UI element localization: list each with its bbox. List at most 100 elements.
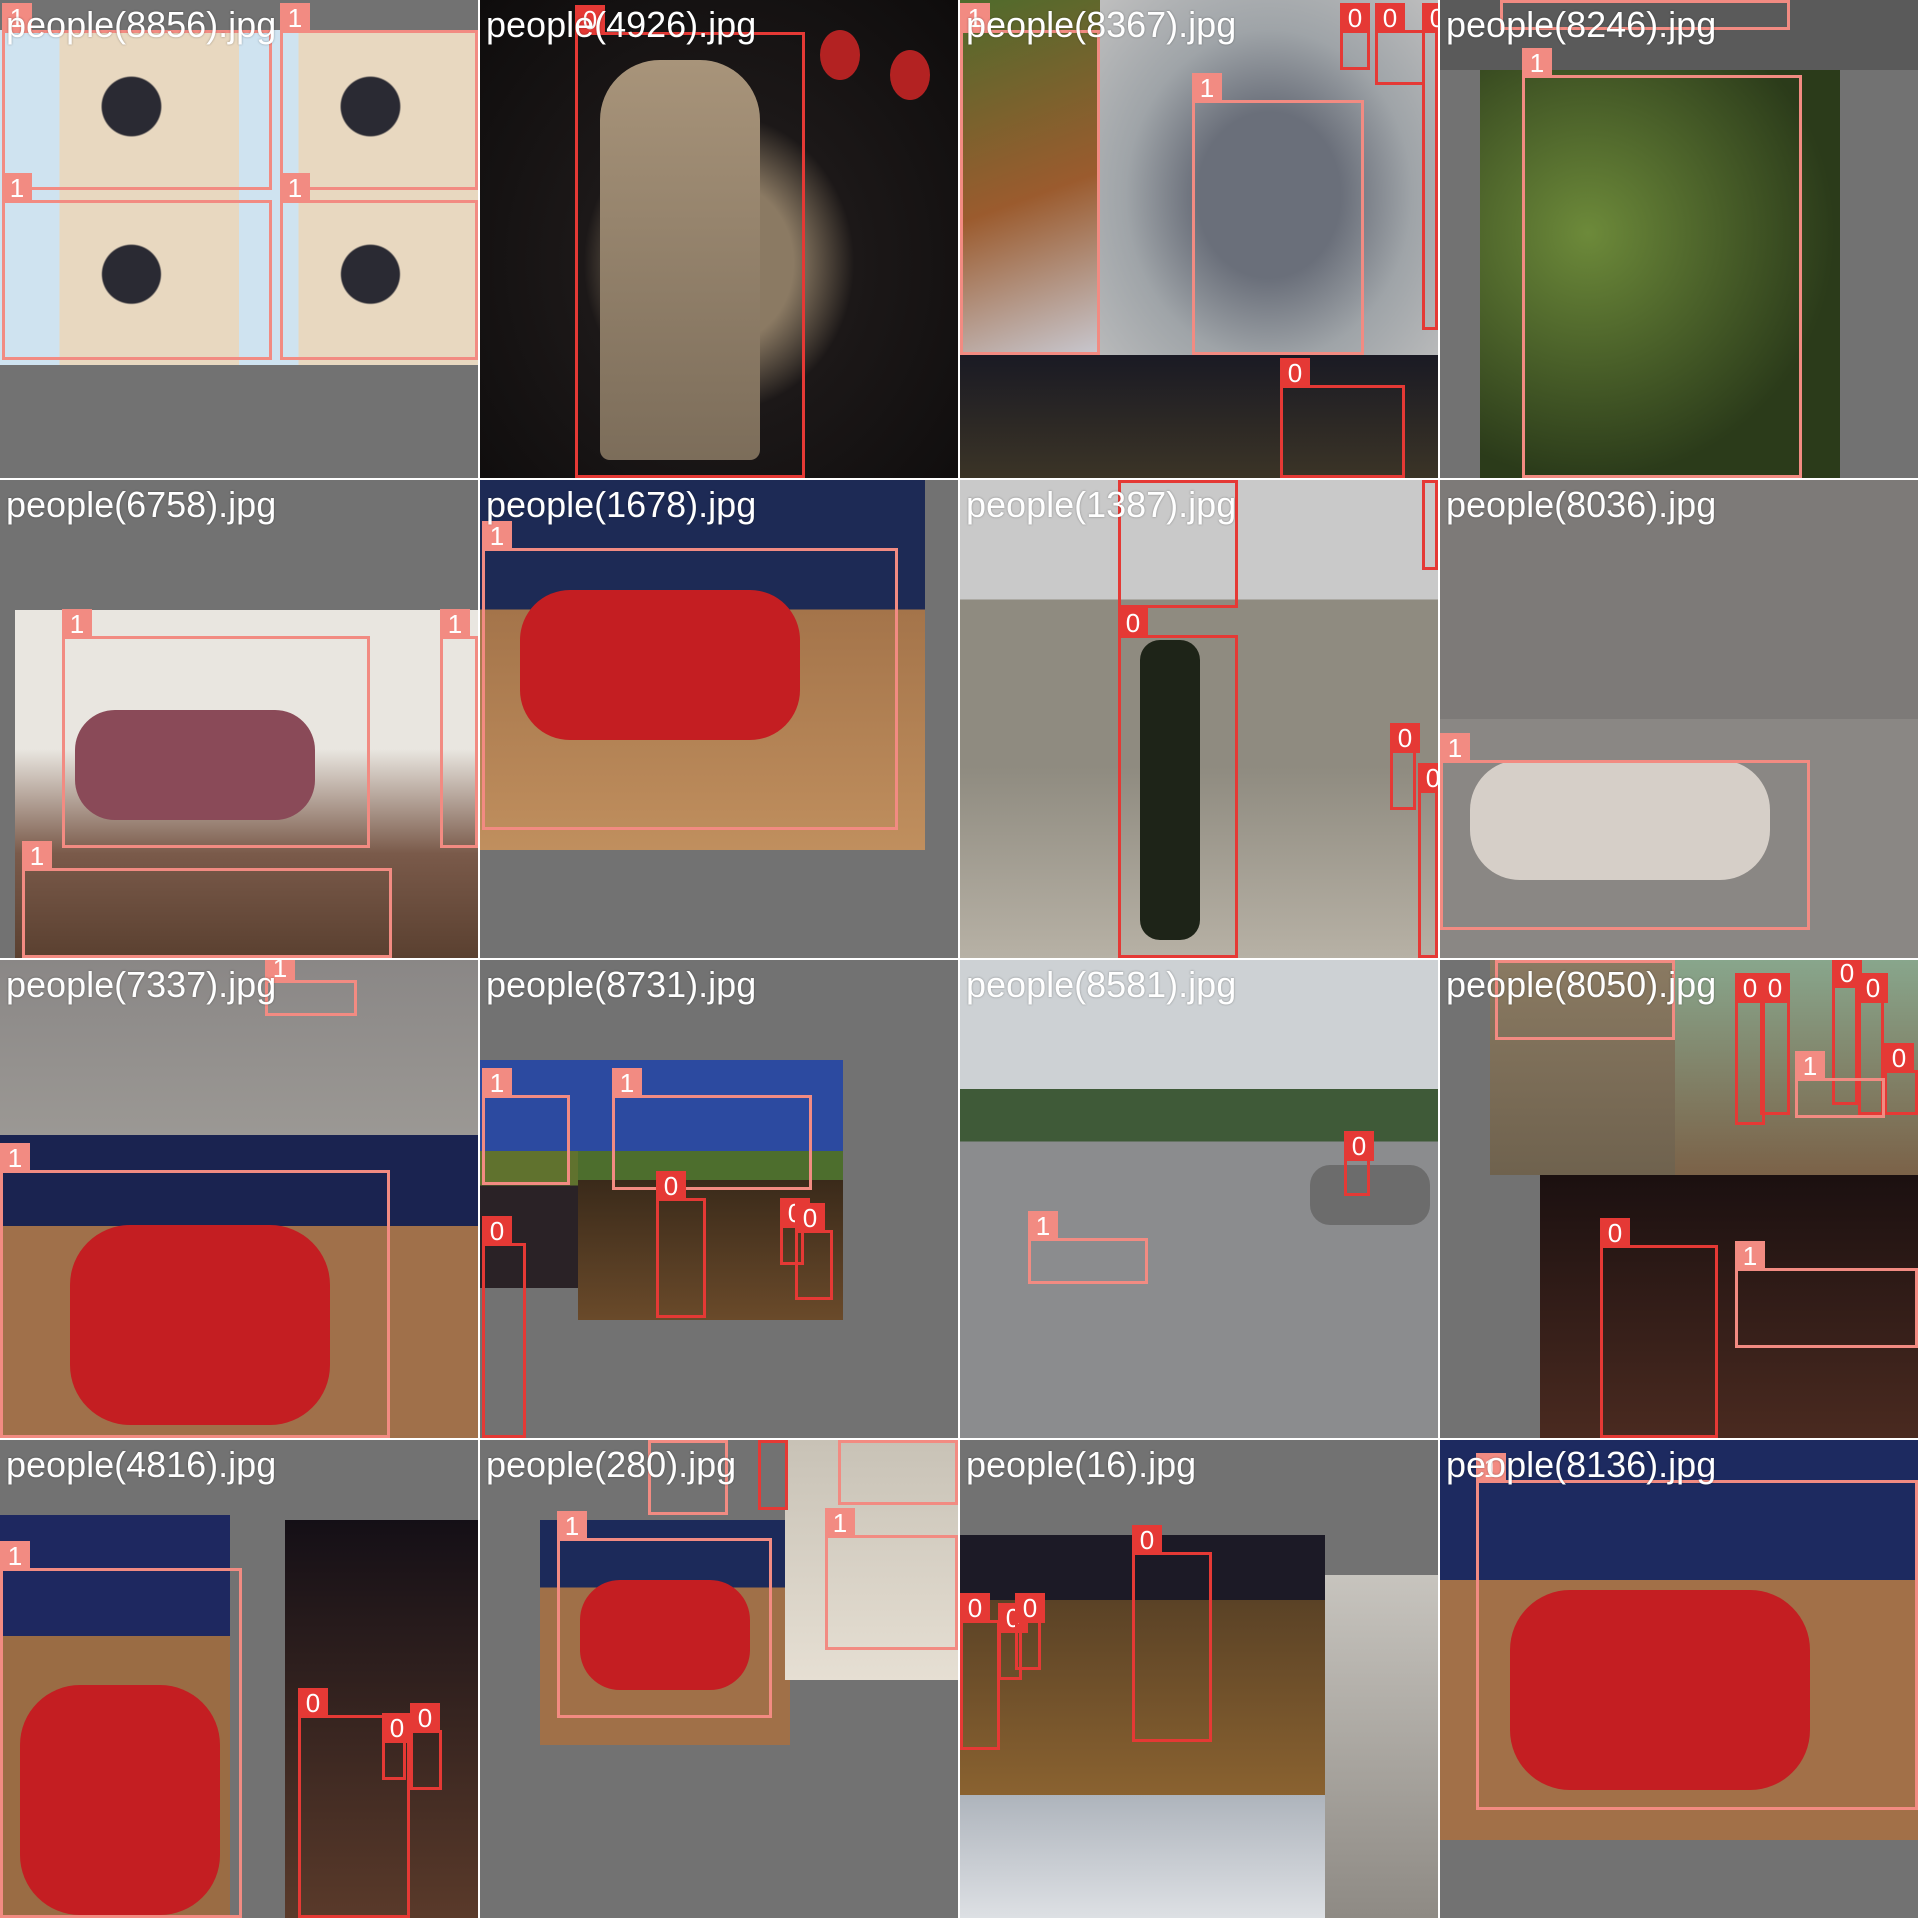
class-tag: 0 (1600, 1218, 1630, 1248)
class-tag: 0 (1015, 1593, 1045, 1623)
bounding-box: 0 (1132, 1525, 1212, 1742)
bounding-box: 1 (825, 1508, 958, 1650)
tile-filename: people(8246).jpg (1446, 4, 1717, 45)
class-tag: 0 (1884, 1043, 1914, 1073)
class-tag: 1 (62, 609, 92, 639)
class-tag: 1 (648, 1440, 678, 1443)
bounding-box: 0 (482, 1216, 526, 1438)
bounding-box: 1 (2, 173, 272, 360)
tile: people(8731).jpg 1 1 0 0 0 0 (480, 960, 958, 1438)
tile-filename: people(4926).jpg (486, 4, 757, 45)
bounding-box: 0 (1015, 1593, 1045, 1670)
class-tag: 0 (1118, 480, 1148, 483)
tile-filename: people(8731).jpg (486, 964, 757, 1005)
tile: people(8136).jpg 1 (1440, 1440, 1918, 1918)
bounding-box: 1 (1028, 1211, 1148, 1284)
class-tag: 0 (1118, 608, 1148, 638)
bounding-box: 0 (382, 1713, 412, 1780)
class-tag: 0 (410, 1703, 440, 1733)
class-tag: 0 (1344, 1131, 1374, 1161)
bounding-box: 1 (1795, 1051, 1885, 1118)
tile-filename: people(1678).jpg (486, 484, 757, 525)
class-tag: 0 (960, 1593, 990, 1623)
bounding-box: 1 (440, 609, 478, 848)
tile-filename: people(8581).jpg (966, 964, 1237, 1005)
tile: people(6758).jpg 1 1 1 (0, 480, 478, 958)
bounding-box: 0 (1884, 1043, 1918, 1115)
class-tag: 1 (440, 609, 470, 639)
tile-filename: people(4816).jpg (6, 1444, 277, 1485)
bounding-box: 1 (280, 173, 478, 360)
class-tag: 1 (280, 3, 310, 33)
bounding-box: 0 (1280, 358, 1405, 478)
bounding-box: 1 (280, 3, 478, 190)
bounding-box: 1 (1192, 73, 1364, 355)
class-tag: 1 (557, 1511, 587, 1541)
tile: people(280).jpg 1 0 1 1 1 (480, 1440, 958, 1918)
tile: people(7337).jpg 1 1 (0, 960, 478, 1438)
tile: people(8367).jpg 1 1 0 0 0 0 (960, 0, 1438, 478)
class-tag: 0 (1340, 3, 1370, 33)
class-tag: 0 (298, 1688, 328, 1718)
class-tag: 0 (1375, 3, 1405, 33)
photo (1325, 1575, 1438, 1918)
bounding-box: 0 (1760, 973, 1790, 1115)
tile-filename: people(7337).jpg (6, 964, 277, 1005)
bounding-box: 1 (1476, 1453, 1918, 1810)
tile-filename: people(6758).jpg (6, 484, 277, 525)
tile: people(16).jpg 0 0 0 0 (960, 1440, 1438, 1918)
class-tag: 1 (0, 1541, 30, 1571)
bounding-box: 1 (557, 1511, 772, 1718)
class-tag: 1 (1028, 1211, 1058, 1241)
bounding-box: 0 (410, 1703, 442, 1790)
class-tag: 1 (22, 841, 52, 871)
tile-filename: people(16).jpg (966, 1444, 1197, 1485)
bounding-box: 1 (482, 521, 898, 830)
class-tag: 0 (656, 1171, 686, 1201)
class-tag: 0 (1418, 763, 1438, 793)
class-tag: 0 (1422, 480, 1438, 483)
tile: people(4816).jpg 1 0 0 0 (0, 1440, 478, 1918)
class-tag: 0 (1132, 1525, 1162, 1555)
class-tag: 1 (2, 173, 32, 203)
class-tag: 1 (1735, 1241, 1765, 1271)
bounding-box: 0 (960, 1593, 1000, 1750)
class-tag: 1 (1440, 733, 1470, 763)
class-tag: 1 (1522, 48, 1552, 78)
class-tag: 1 (1495, 960, 1525, 963)
class-tag: 1 (825, 1508, 855, 1538)
class-tag: 0 (382, 1713, 412, 1743)
class-tag: 1 (1500, 0, 1530, 3)
bounding-box: 1 (0, 1541, 242, 1918)
tile-filename: people(8856).jpg (6, 4, 277, 45)
bounding-box: 1 (265, 960, 357, 1016)
mosaic-grid: people(8856).jpg 1 1 1 1 people(4926).jp… (0, 0, 1920, 1920)
bounding-box: 0 (795, 1203, 833, 1300)
bounding-box: 1 (1522, 48, 1802, 478)
bounding-box: 1 (482, 1068, 570, 1185)
class-tag: 0 (1390, 723, 1420, 753)
bounding-box: 1 (960, 3, 1100, 355)
class-tag: 0 (1858, 973, 1888, 1003)
bounding-box: 0 (656, 1171, 706, 1318)
bounding-box: 1 (1440, 733, 1810, 930)
class-tag: 1 (280, 173, 310, 203)
tile: people(8246).jpg 1 1 (1440, 0, 1918, 478)
class-tag: 1 (838, 1440, 868, 1443)
bounding-box: 0 (1422, 3, 1438, 330)
tile-filename: people(8136).jpg (1446, 1444, 1717, 1485)
class-tag: 0 (758, 1440, 788, 1443)
photo (960, 960, 1438, 1438)
bounding-box: 1 (62, 609, 370, 848)
bounding-box: 0 (758, 1440, 788, 1510)
class-tag: 1 (1795, 1051, 1825, 1081)
class-tag: 0 (1280, 358, 1310, 388)
bounding-box: 0 (1118, 608, 1238, 958)
tile-filename: people(280).jpg (486, 1444, 737, 1485)
bounding-box: 1 (0, 1143, 390, 1438)
tile-filename: people(8036).jpg (1446, 484, 1717, 525)
bounding-box: 1 (612, 1068, 812, 1190)
bounding-box: 1 (2, 3, 272, 190)
tile-filename: people(1387).jpg (966, 484, 1237, 525)
bounding-box: 1 (1735, 1241, 1918, 1348)
